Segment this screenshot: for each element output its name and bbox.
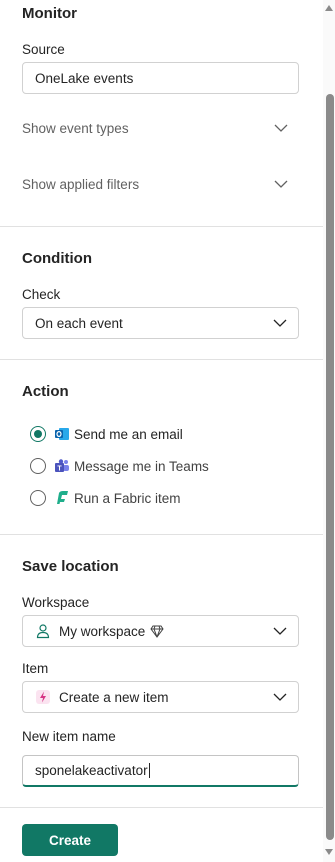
section-divider [0, 359, 323, 360]
workspace-label: Workspace [22, 595, 90, 610]
workspace-dropdown[interactable]: My workspace [22, 615, 299, 647]
rule-panel: Monitor Source OneLake events Show event… [0, 0, 323, 862]
fabric-icon [54, 490, 70, 506]
condition-section-title: Condition [22, 250, 92, 267]
chevron-down-icon [263, 124, 299, 132]
new-item-name-input[interactable]: sponelakeactivator [22, 755, 299, 787]
scrollbar-thumb[interactable] [326, 94, 334, 840]
chevron-down-icon [262, 693, 298, 701]
new-item-name-label: New item name [22, 729, 116, 744]
item-value: Create a new item [59, 689, 169, 705]
outlook-icon [54, 426, 70, 442]
source-label: Source [22, 42, 65, 57]
teams-icon: T [54, 458, 70, 474]
section-divider [0, 534, 323, 535]
action-section-title: Action [22, 383, 69, 400]
scroll-down-arrow-icon[interactable] [325, 849, 333, 855]
source-field[interactable]: OneLake events [22, 62, 299, 94]
section-divider [0, 807, 323, 808]
monitor-section-title: Monitor [22, 5, 77, 22]
check-dropdown[interactable]: On each event [22, 307, 299, 339]
show-event-types-label: Show event types [22, 120, 129, 136]
check-label: Check [22, 287, 61, 302]
section-divider [0, 226, 323, 227]
new-item-name-value: sponelakeactivator [35, 763, 148, 778]
action-option-fabric[interactable]: Run a Fabric item [30, 487, 181, 509]
action-option-email[interactable]: Send me an email [30, 423, 183, 445]
scroll-up-arrow-icon[interactable] [325, 5, 333, 11]
svg-text:T: T [57, 466, 62, 473]
radio-unselected[interactable] [30, 458, 46, 474]
radio-unselected[interactable] [30, 490, 46, 506]
radio-selected[interactable] [30, 426, 46, 442]
chevron-down-icon [263, 180, 299, 188]
source-value: OneLake events [35, 70, 134, 86]
premium-diamond-icon [150, 624, 164, 638]
item-label: Item [22, 661, 49, 676]
show-applied-filters-label: Show applied filters [22, 176, 140, 192]
chevron-down-icon [262, 319, 298, 327]
item-dropdown[interactable]: Create a new item [22, 681, 299, 713]
show-event-types-expander[interactable]: Show event types [22, 116, 299, 140]
person-icon [35, 623, 51, 639]
save-location-section-title: Save location [22, 558, 119, 575]
text-caret [148, 763, 150, 778]
check-value: On each event [35, 315, 123, 331]
action-option-label: Message me in Teams [74, 458, 209, 474]
action-option-label: Send me an email [74, 426, 183, 442]
activator-icon [35, 689, 51, 705]
action-option-label: Run a Fabric item [74, 490, 181, 506]
chevron-down-icon [262, 627, 298, 635]
show-applied-filters-expander[interactable]: Show applied filters [22, 172, 299, 196]
action-option-teams[interactable]: T Message me in Teams [30, 455, 209, 477]
workspace-value: My workspace [59, 623, 146, 639]
create-button[interactable]: Create [22, 824, 118, 856]
